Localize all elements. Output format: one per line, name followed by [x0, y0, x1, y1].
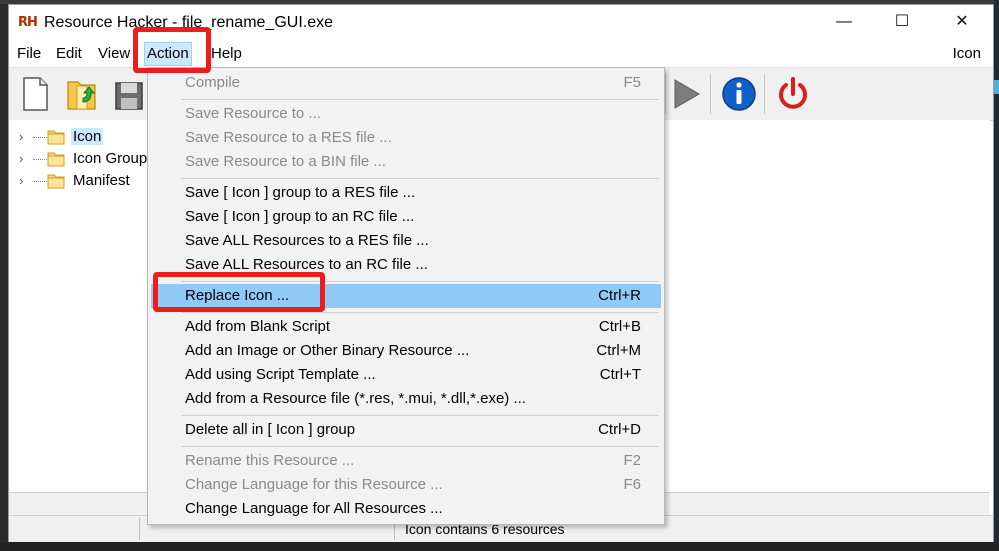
open-folder-icon[interactable]	[63, 74, 103, 114]
menu-separator	[181, 99, 659, 100]
menu-item-save-all-res[interactable]: Save ALL Resources to a RES file ...	[151, 229, 661, 253]
tree-item-icon-group[interactable]: › Icon Group	[9, 148, 149, 170]
exit-power-icon[interactable]	[773, 74, 813, 114]
menu-file[interactable]: File	[15, 43, 43, 65]
current-resource-label: Icon	[952, 45, 981, 62]
tree-horizontal-scrollbar[interactable]	[9, 492, 147, 515]
minimize-button[interactable]: —	[815, 5, 873, 39]
desktop-right-edge	[994, 0, 999, 551]
menu-item-save-resource[interactable]: Save Resource to ...	[151, 102, 661, 126]
menu-item-save-resource-res[interactable]: Save Resource to a RES file ...	[151, 126, 661, 150]
chevron-right-icon[interactable]: ›	[19, 129, 23, 144]
folder-icon	[47, 151, 65, 167]
chevron-right-icon[interactable]: ›	[19, 173, 23, 188]
run-icon[interactable]	[665, 74, 705, 114]
menu-item-delete-group[interactable]: Delete all in [ Icon ] group Ctrl+D	[151, 418, 661, 442]
menu-item-change-language[interactable]: Change Language for this Resource ... F6	[151, 473, 661, 497]
resource-tree: › Icon › Icon Group › Manifest	[9, 120, 147, 515]
menu-item-add-blank-script[interactable]: Add from Blank Script Ctrl+B	[151, 315, 661, 339]
menu-help[interactable]: Help	[209, 43, 244, 65]
menu-item-add-binary-resource[interactable]: Add an Image or Other Binary Resource ..…	[151, 339, 661, 363]
menu-view[interactable]: View	[96, 43, 132, 65]
tree-item-manifest[interactable]: › Manifest	[9, 170, 149, 192]
tree-item-label: Manifest	[73, 172, 130, 189]
maximize-button[interactable]: ☐	[873, 5, 931, 39]
tree-item-label: Icon Group	[73, 150, 148, 167]
menu-item-add-from-resource-file[interactable]: Add from a Resource file (*.res, *.mui, …	[151, 387, 661, 411]
menu-item-save-group-res[interactable]: Save [ Icon ] group to a RES file ...	[151, 181, 661, 205]
menu-separator	[181, 446, 659, 447]
desktop-bottom-edge	[0, 542, 999, 551]
menu-item-compile[interactable]: Compile F5	[151, 71, 661, 95]
toolbar-separator	[764, 74, 765, 114]
info-icon[interactable]	[719, 74, 759, 114]
menu-item-save-resource-bin[interactable]: Save Resource to a BIN file ...	[151, 150, 661, 174]
chevron-right-icon[interactable]: ›	[19, 151, 23, 166]
menu-item-change-language-all[interactable]: Change Language for All Resources ...	[151, 497, 661, 521]
resource-view-pane	[657, 120, 990, 492]
app-logo: RH	[18, 15, 38, 30]
resource-view-scrollbar[interactable]	[657, 492, 989, 515]
tree-item-icon[interactable]: › Icon	[9, 126, 149, 148]
annotation-highlight-action-menu	[133, 27, 211, 73]
menu-item-save-group-rc[interactable]: Save [ Icon ] group to an RC file ...	[151, 205, 661, 229]
menu-edit[interactable]: Edit	[54, 43, 84, 65]
menu-separator	[181, 312, 659, 313]
folder-icon	[47, 129, 65, 145]
menu-item-rename-resource[interactable]: Rename this Resource ... F2	[151, 449, 661, 473]
menu-separator	[181, 415, 659, 416]
toolbar-separator	[710, 74, 711, 114]
close-button[interactable]: ✕	[933, 5, 991, 39]
menu-item-add-script-template[interactable]: Add using Script Template ... Ctrl+T	[151, 363, 661, 387]
menu-separator	[181, 178, 659, 179]
folder-icon	[47, 173, 65, 189]
tree-item-label: Icon	[71, 128, 104, 145]
annotation-highlight-replace-icon	[153, 272, 325, 312]
new-file-icon[interactable]	[15, 74, 55, 114]
save-icon[interactable]	[109, 74, 149, 114]
